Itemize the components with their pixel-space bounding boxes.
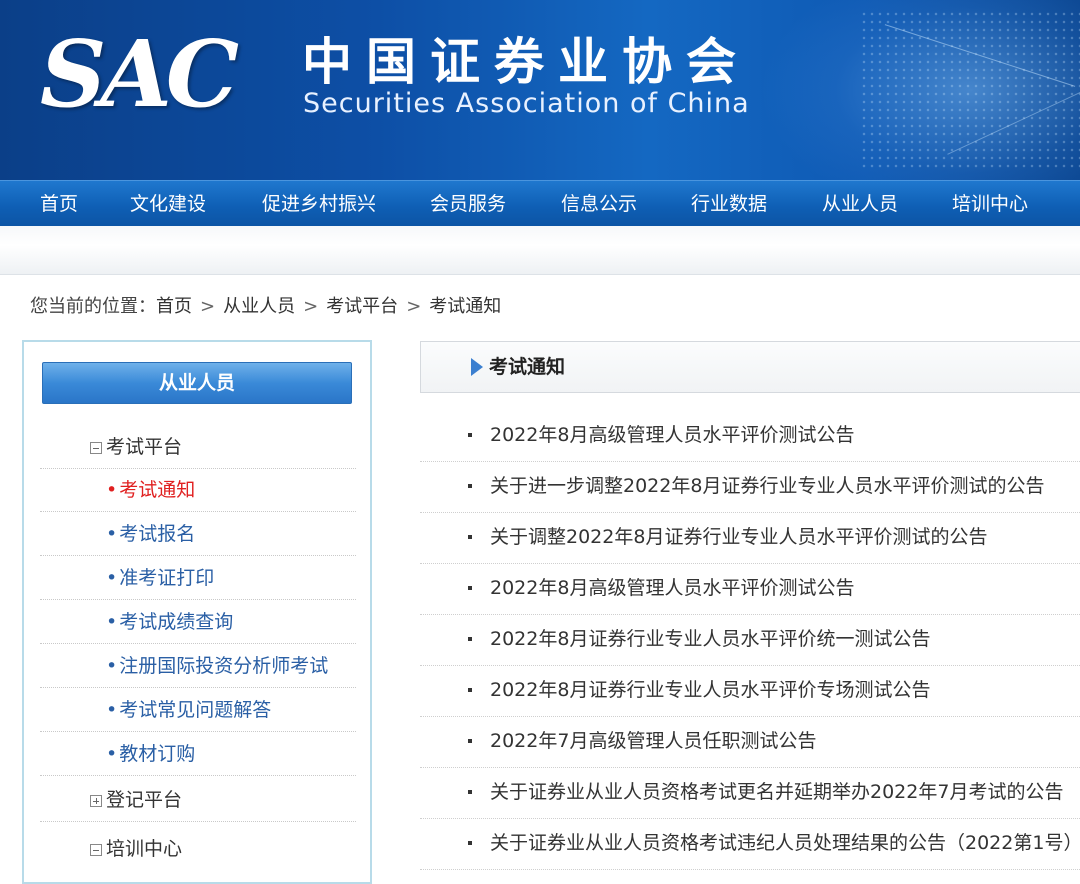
expand-plus-icon[interactable] <box>90 795 102 807</box>
notice-item[interactable]: 2022年8月高级管理人员水平评价测试公告 <box>420 563 1080 615</box>
notice-item[interactable]: 2022年7月高级管理人员任职测试公告 <box>420 716 1080 768</box>
notice-link[interactable]: 关于证券业从业人员资格考试更名并延期举办2022年7月考试的公告 <box>490 767 1063 818</box>
bullet-icon: • <box>106 655 118 677</box>
nav-item-practitioners[interactable]: 从业人员 <box>822 181 898 227</box>
nav-item-member-services[interactable]: 会员服务 <box>430 181 506 227</box>
sidebar-item-score-query[interactable]: • 考试成绩查询 <box>40 601 356 644</box>
sidebar-item-ciia-exam[interactable]: • 注册国际投资分析师考试 <box>40 645 356 688</box>
breadcrumb-separator: > <box>303 296 319 317</box>
sidebar-item-label: 考试成绩查询 <box>119 611 234 633</box>
sidebar-group-label: 培训中心 <box>106 838 183 860</box>
breadcrumb-separator: > <box>200 296 216 317</box>
sidebar-item-label: 注册国际投资分析师考试 <box>119 655 329 677</box>
sidebar-item-exam-faq[interactable]: • 考试常见问题解答 <box>40 689 356 732</box>
sidebar-item-textbook-order[interactable]: • 教材订购 <box>40 733 356 776</box>
notice-link[interactable]: 关于进一步调整2022年8月证券行业专业人员水平评价测试的公告 <box>490 461 1044 512</box>
breadcrumb-exam-platform[interactable]: 考试平台 <box>326 296 398 317</box>
triangle-arrow-icon <box>471 358 483 376</box>
collapse-minus-icon[interactable] <box>90 844 102 856</box>
sidebar-group-exam-platform[interactable]: 考试平台 <box>40 426 356 469</box>
sidebar-group-label: 登记平台 <box>106 789 183 811</box>
breadcrumb-practitioners[interactable]: 从业人员 <box>223 296 295 317</box>
sidebar-item-exam-registration[interactable]: • 考试报名 <box>40 513 356 556</box>
bullet-dot-icon <box>468 535 472 539</box>
sidebar-item-label: 考试报名 <box>119 523 196 545</box>
bullet-dot-icon <box>468 739 472 743</box>
breadcrumb: 您当前的位置：首页 > 从业人员 > 考试平台 > 考试通知 <box>30 292 501 322</box>
notice-item[interactable]: 2022年8月证券行业专业人员水平评价专场测试公告 <box>420 665 1080 717</box>
sidebar-title: 从业人员 <box>42 362 352 404</box>
bullet-icon: • <box>106 523 118 545</box>
org-name-en: Securities Association of China <box>303 88 750 119</box>
bullet-dot-icon <box>468 688 472 692</box>
bullet-dot-icon <box>468 433 472 437</box>
notice-link[interactable]: 2022年8月高级管理人员水平评价测试公告 <box>490 410 854 461</box>
notice-link[interactable]: 2022年8月高级管理人员水平评价测试公告 <box>490 563 854 614</box>
sidebar-item-exam-notices[interactable]: • 考试通知 <box>40 469 356 512</box>
notice-link[interactable]: 2022年8月证券行业专业人员水平评价统一测试公告 <box>490 614 930 665</box>
breadcrumb-prefix: 您当前的位置： <box>30 296 156 317</box>
sub-nav-bar <box>0 226 1080 275</box>
collapse-minus-icon[interactable] <box>90 442 102 454</box>
bullet-dot-icon <box>468 841 472 845</box>
notice-link[interactable]: 2022年7月高级管理人员任职测试公告 <box>490 716 816 767</box>
sidebar-item-label: 教材订购 <box>119 743 196 765</box>
sidebar-group-label: 考试平台 <box>106 436 183 458</box>
bullet-icon: • <box>106 611 118 633</box>
notice-item[interactable]: 关于证券业从业人员资格考试违纪人员处理结果的公告（2022第1号） <box>420 818 1080 870</box>
section-title: 考试通知 <box>489 356 566 378</box>
notice-link[interactable]: 关于证券业从业人员资格考试违纪人员处理结果的公告（2022第1号） <box>490 818 1080 869</box>
section-header: 考试通知 <box>420 341 1080 393</box>
notice-item[interactable]: 2022年8月高级管理人员水平评价测试公告 <box>420 410 1080 462</box>
bullet-icon: • <box>106 743 118 765</box>
sidebar-item-label: 考试通知 <box>119 479 196 501</box>
sidebar: 从业人员 考试平台 • 考试通知 • 考试报名 • 准考证打印 • 考试成绩查询 • 注册… <box>22 340 372 884</box>
breadcrumb-home[interactable]: 首页 <box>156 296 192 317</box>
bullet-icon: • <box>106 479 118 501</box>
main-nav: 首页 文化建设 促进乡村振兴 会员服务 信息公示 行业数据 从业人员 培训中心 <box>0 180 1080 227</box>
notice-item[interactable]: 关于调整2022年8月证券行业专业人员水平评价测试的公告 <box>420 512 1080 564</box>
bullet-dot-icon <box>468 790 472 794</box>
org-name-cn: 中国证券业协会 <box>302 33 750 91</box>
bullet-dot-icon <box>468 484 472 488</box>
header-dot-grid-decoration <box>860 10 1080 170</box>
sidebar-item-admission-ticket[interactable]: • 准考证打印 <box>40 557 356 600</box>
bullet-icon: • <box>106 567 118 589</box>
sidebar-item-label: 考试常见问题解答 <box>119 699 272 721</box>
nav-item-industry-data[interactable]: 行业数据 <box>691 181 767 227</box>
site-header: SAC 中国证券业协会 Securities Association of Ch… <box>0 0 1080 180</box>
bullet-icon: • <box>106 699 118 721</box>
notice-link[interactable]: 2022年8月证券行业专业人员水平评价专场测试公告 <box>490 665 930 716</box>
notice-item[interactable]: 关于进一步调整2022年8月证券行业专业人员水平评价测试的公告 <box>420 461 1080 513</box>
notice-item[interactable]: 关于证券业从业人员资格考试更名并延期举办2022年7月考试的公告 <box>420 767 1080 819</box>
sidebar-group-registration-platform[interactable]: 登记平台 <box>40 779 356 822</box>
sidebar-item-label: 准考证打印 <box>119 567 215 589</box>
nav-item-rural-revitalization[interactable]: 促进乡村振兴 <box>262 181 376 227</box>
notice-item[interactable]: 2022年8月证券行业专业人员水平评价统一测试公告 <box>420 614 1080 666</box>
sidebar-group-training-center[interactable]: 培训中心 <box>40 828 356 871</box>
nav-item-training[interactable]: 培训中心 <box>952 181 1028 227</box>
breadcrumb-exam-notices[interactable]: 考试通知 <box>429 296 501 317</box>
bullet-dot-icon <box>468 637 472 641</box>
breadcrumb-separator: > <box>406 296 422 317</box>
notice-link[interactable]: 关于调整2022年8月证券行业专业人员水平评价测试的公告 <box>490 512 987 563</box>
nav-item-culture[interactable]: 文化建设 <box>130 181 206 227</box>
sac-logo[interactable]: SAC <box>40 28 239 120</box>
nav-item-disclosure[interactable]: 信息公示 <box>561 181 637 227</box>
bullet-dot-icon <box>468 586 472 590</box>
nav-item-home[interactable]: 首页 <box>40 181 78 227</box>
